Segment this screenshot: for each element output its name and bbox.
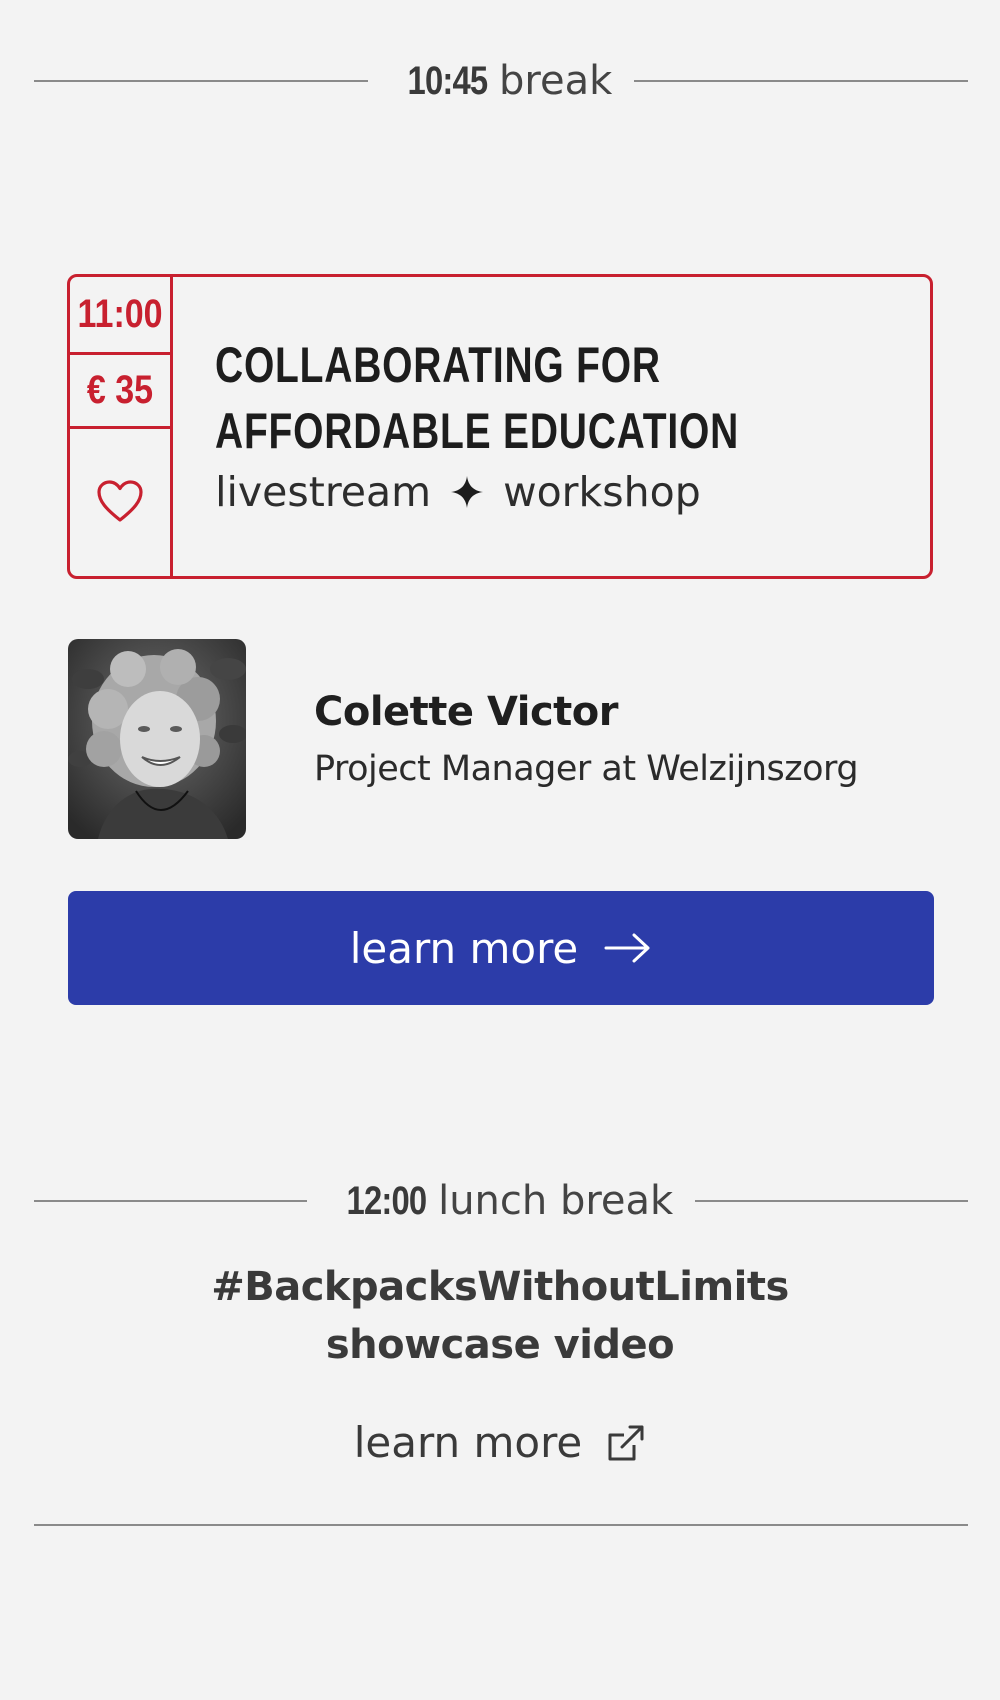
session-info: Collaborating for affordable education l… [173, 277, 975, 576]
tag-livestream: livestream [215, 468, 432, 516]
speaker-details: Colette Victor Project Manager at Welzij… [314, 689, 859, 789]
session-tags: livestream workshop [215, 468, 975, 516]
break-heading: 10:45 break [368, 58, 635, 104]
break-time: 12:00 [346, 1178, 427, 1223]
session-price: € 35 [86, 368, 154, 412]
four-point-star-icon [451, 476, 484, 508]
lunch-learn-more-link[interactable]: learn more [0, 1418, 1000, 1467]
divider-line-right [695, 1200, 968, 1202]
break-heading: 12:00 lunch break [307, 1178, 695, 1224]
session-price-cell: € 35 [70, 355, 171, 429]
session-title-line1: Collaborating for [215, 337, 661, 393]
lunch-promo-hashtag: #BackpacksWithoutLimits [211, 1264, 789, 1310]
break-label: lunch break [438, 1178, 674, 1224]
external-link-icon [606, 1423, 646, 1463]
session-time-cell: 11:00 [70, 277, 171, 355]
divider-line-right [634, 80, 968, 82]
divider-line-left [34, 80, 368, 82]
break-label: break [499, 58, 613, 104]
session-card[interactable]: 11:00 € 35 Collaborating for affordable … [67, 274, 933, 579]
speaker-role: Project Manager at Welzijnszorg [314, 749, 859, 789]
heart-icon[interactable] [96, 479, 144, 527]
lunch-promo-subtitle: showcase video [325, 1322, 675, 1368]
session-title-line2: affordable education [215, 403, 740, 459]
learn-more-button[interactable]: learn more [68, 891, 934, 1005]
break-time: 10:45 [407, 58, 488, 103]
session-title[interactable]: Collaborating for affordable education [215, 332, 808, 464]
divider-line-left [34, 1200, 307, 1202]
session-meta-column: 11:00 € 35 [70, 277, 174, 576]
speaker: Colette Victor Project Manager at Welzij… [68, 639, 934, 839]
tag-workshop: workshop [503, 468, 701, 516]
lunch-learn-more-label: learn more [353, 1418, 583, 1467]
favorite-button[interactable] [70, 429, 170, 576]
break-divider-1: 10:45 break [34, 56, 968, 106]
lunch-promo-title: #BackpacksWithoutLimits showcase video [0, 1258, 1000, 1374]
avatar [68, 639, 246, 839]
speaker-name: Colette Victor [314, 689, 618, 735]
arrow-right-icon [604, 932, 652, 964]
bottom-divider [34, 1524, 968, 1526]
break-divider-2: 12:00 lunch break [34, 1176, 968, 1226]
learn-more-label: learn more [349, 923, 579, 973]
session-time: 11:00 [77, 292, 163, 336]
